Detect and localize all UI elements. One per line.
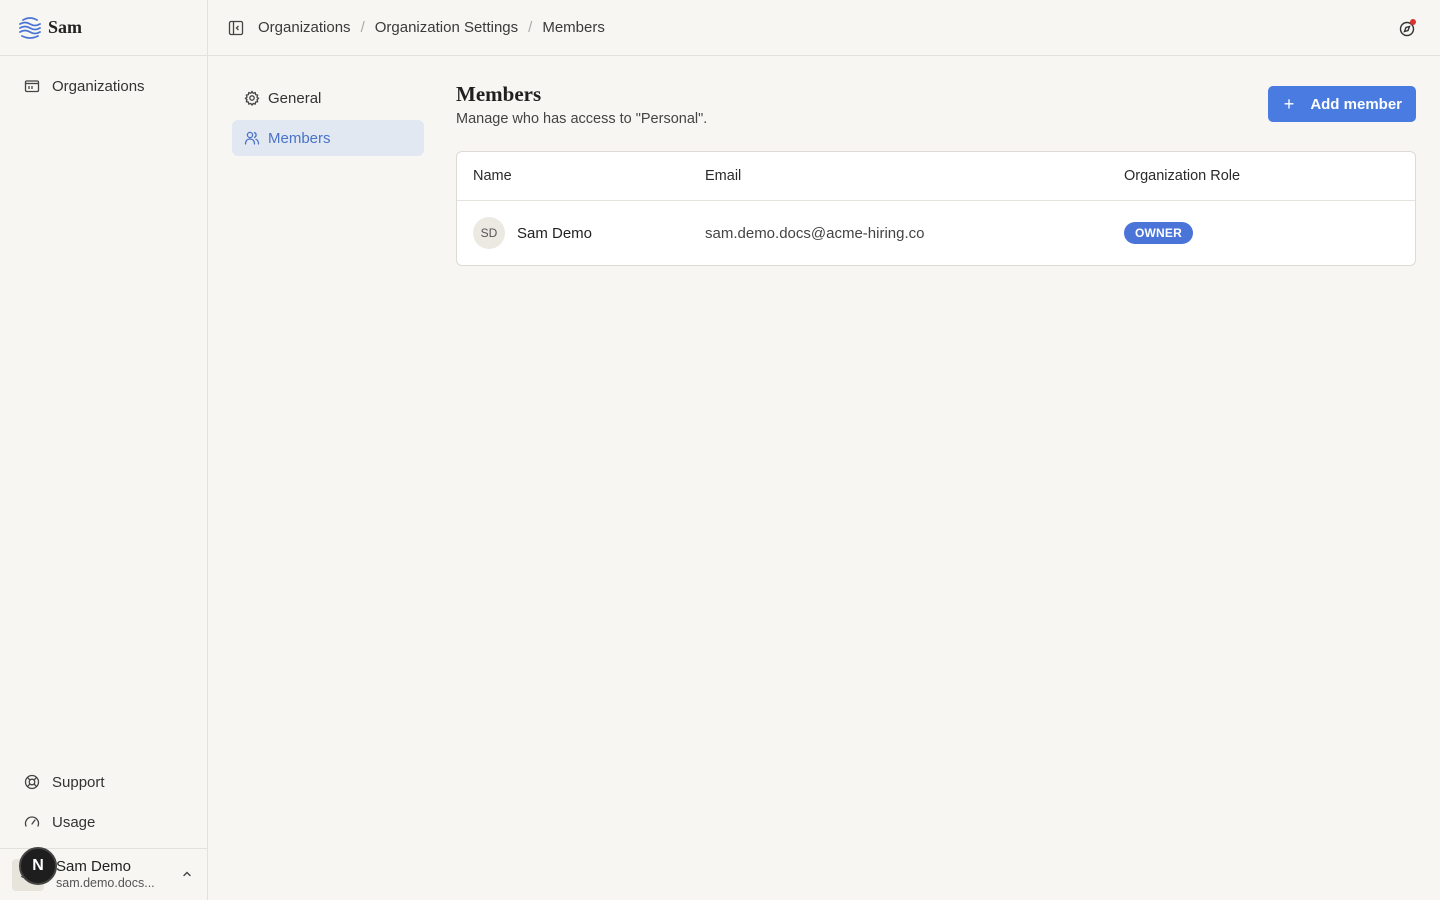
lifebuoy-icon (24, 774, 40, 790)
breadcrumb-separator: / (360, 19, 365, 36)
user-email: sam.demo.docs... (56, 876, 155, 890)
sidebar-item-label: Organizations (52, 77, 145, 95)
add-member-label: Add member (1310, 95, 1402, 113)
breadcrumb-organization-settings[interactable]: Organization Settings (375, 19, 518, 36)
sidebar-bottom: Support Usage SD N Sam Demo sam.demo.doc… (0, 762, 207, 900)
status-badge: OWNER (1124, 222, 1193, 244)
sidebar-item-label: Usage (52, 813, 96, 831)
chevron-up-icon[interactable] (181, 867, 193, 883)
gear-icon (244, 90, 260, 106)
sidebar-item-support[interactable]: Support (0, 762, 207, 802)
sidebar-item-label: Support (52, 773, 105, 791)
subnav-item-label: Members (268, 129, 331, 147)
table-row[interactable]: SD Sam Demo sam.demo.docs@acme-hiring.co… (457, 201, 1415, 265)
sidebar: Sam Organizations Support Usage N Sam De… (0, 0, 208, 900)
waves-logo-icon (16, 14, 44, 42)
brand[interactable]: Sam (0, 0, 207, 56)
breadcrumb-separator: / (528, 19, 533, 36)
breadcrumb-organizations[interactable]: Organizations (258, 19, 351, 36)
subnav-item-general[interactable]: General (232, 80, 424, 116)
member-email: sam.demo.docs@acme-hiring.co (705, 224, 925, 242)
user-menu[interactable]: SD N Sam Demo sam.demo.docs... (0, 847, 207, 900)
topbar: Organizations / Organization Settings / … (208, 0, 1440, 56)
member-role-cell: OWNER (1124, 222, 1415, 244)
user-name: Sam Demo (56, 858, 132, 875)
settings-subnav: General Members (232, 80, 424, 160)
plus-icon: + (1283, 93, 1295, 114)
subnav-item-label: General (268, 89, 322, 107)
user-info: Sam Demo sam.demo.docs... (56, 858, 155, 891)
subnav-item-members[interactable]: Members (232, 120, 424, 156)
gauge-icon (24, 814, 40, 830)
sidebar-toggle-icon[interactable] (228, 20, 244, 36)
column-header-name: Name (473, 168, 512, 184)
notification-dot (1410, 19, 1416, 25)
member-name: Sam Demo (517, 224, 593, 242)
compass-icon[interactable] (1398, 18, 1418, 38)
member-name-cell: SD Sam Demo (457, 217, 705, 249)
sidebar-item-organizations[interactable]: Organizations (0, 66, 207, 106)
avatar: SD (473, 217, 505, 249)
users-icon (244, 130, 260, 146)
brand-name: Sam (48, 17, 83, 37)
breadcrumb: Organizations / Organization Settings / … (258, 19, 605, 36)
floating-avatar-badge[interactable]: N (19, 847, 57, 885)
column-header-email: Email (705, 168, 742, 184)
main-content: Members Manage who has access to "Person… (456, 82, 1416, 266)
column-header-role: Organization Role (1124, 168, 1241, 184)
breadcrumb-members: Members (542, 19, 605, 36)
members-table: Name Email Organization Role SD Sam Demo… (456, 151, 1416, 266)
add-member-button[interactable]: + Add member (1267, 86, 1416, 122)
folder-icon (24, 78, 40, 94)
sidebar-item-usage[interactable]: Usage (0, 802, 207, 842)
table-header: Name Email Organization Role (457, 152, 1415, 201)
sidebar-nav: Organizations (0, 56, 207, 106)
